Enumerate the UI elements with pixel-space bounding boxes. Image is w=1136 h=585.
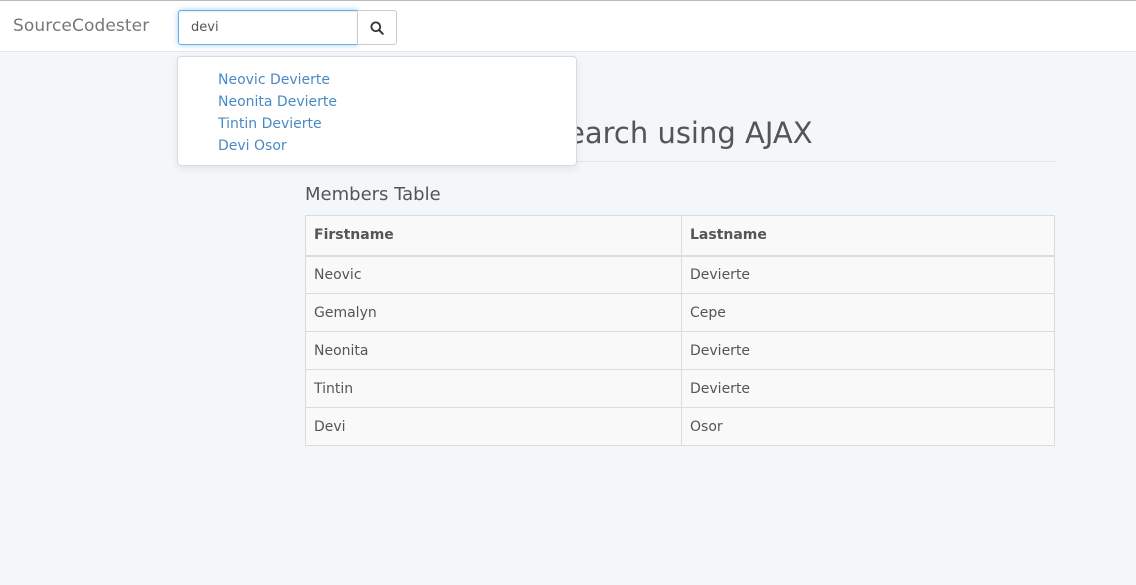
table-row: Devi Osor [305,407,1055,446]
cell-lastname: Cepe [681,293,1055,332]
cell-lastname: Devierte [681,255,1055,294]
cell-firstname: Neonita [305,331,682,370]
column-header-lastname: Lastname [681,215,1055,257]
cell-lastname: Devierte [681,331,1055,370]
suggestion-item[interactable]: Neovic Devierte [218,69,576,91]
suggestion-item[interactable]: Devi Osor [218,135,576,157]
search-button[interactable] [357,10,397,45]
page-title-text: earch using AJAX [567,116,813,150]
suggestion-list: Neovic Devierte Neonita Devierte Tintin … [178,57,576,157]
search-suggestions-dropdown: Neovic Devierte Neonita Devierte Tintin … [177,56,577,166]
cell-firstname: Neovic [305,255,682,294]
members-table: Firstname Lastname Neovic Devierte Gemal… [305,215,1055,446]
table-row: Gemalyn Cepe [305,293,1055,332]
brand-link[interactable]: SourceCodester [13,16,149,36]
search-icon [370,21,384,35]
cell-firstname: Tintin [305,369,682,408]
navbar: SourceCodester [0,1,1136,52]
table-row: Tintin Devierte [305,369,1055,408]
cell-firstname: Gemalyn [305,293,682,332]
column-header-firstname: Firstname [305,215,682,257]
cell-lastname: Devierte [681,369,1055,408]
table-row: Neovic Devierte [305,255,1055,294]
cell-lastname: Osor [681,407,1055,446]
search-input[interactable] [178,10,358,45]
suggestion-item[interactable]: Neonita Devierte [218,91,576,113]
cell-firstname: Devi [305,407,682,446]
suggestion-item[interactable]: Tintin Devierte [218,113,576,135]
table-header-row: Firstname Lastname [305,215,1055,257]
table-row: Neonita Devierte [305,331,1055,370]
table-title: Members Table [305,184,441,205]
